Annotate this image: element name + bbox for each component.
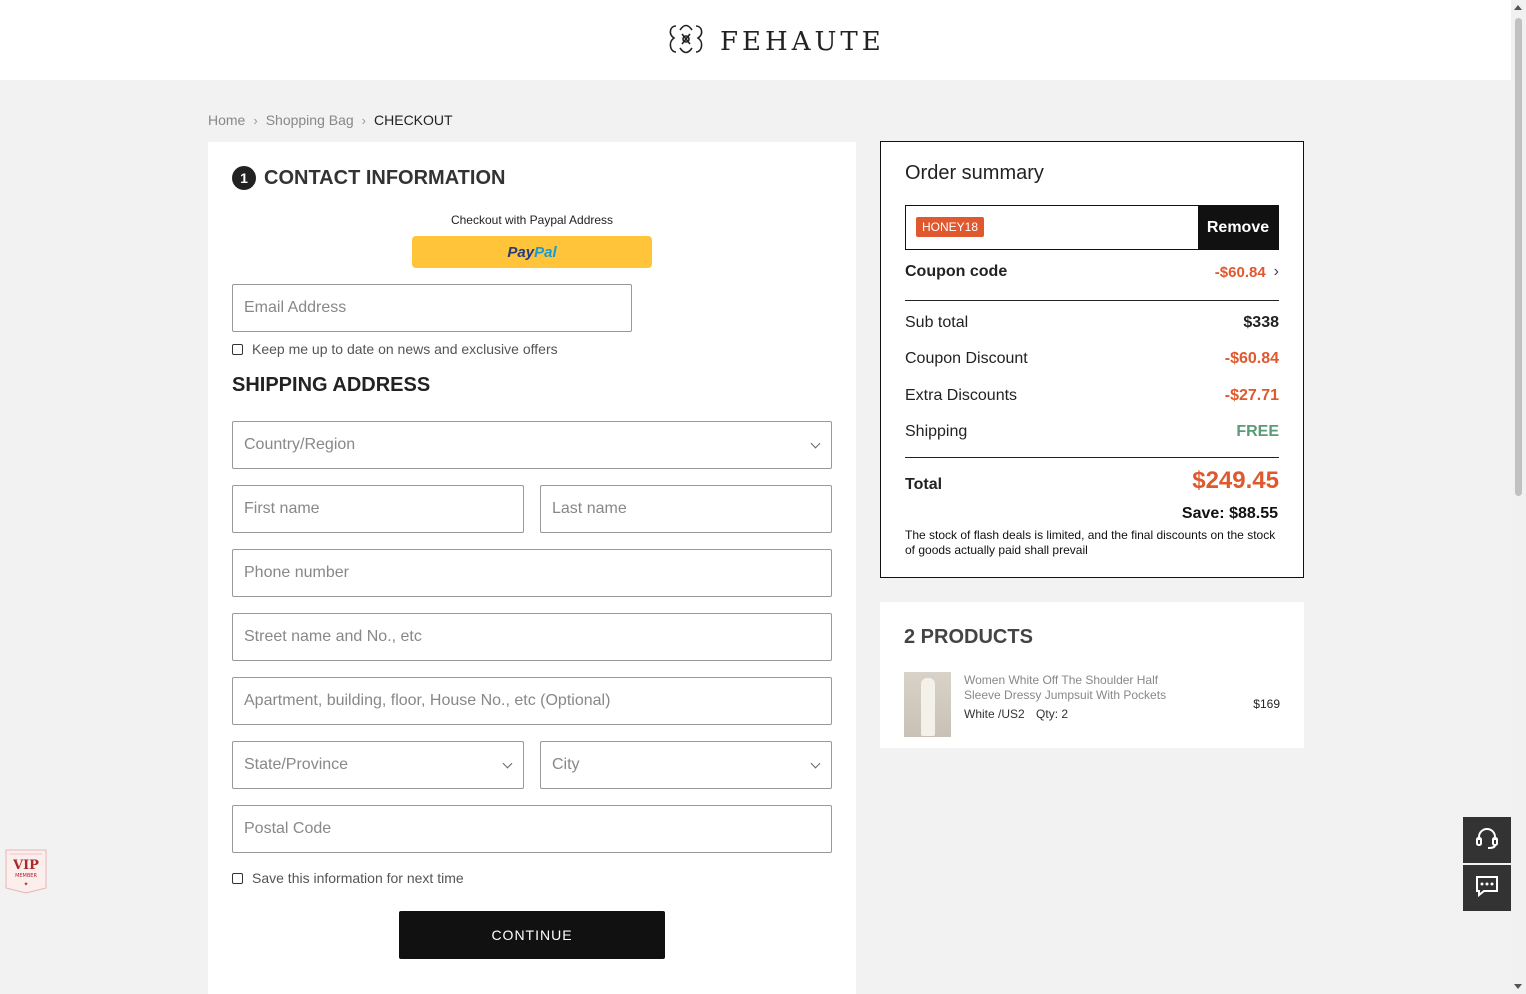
chevron-right-icon: › xyxy=(253,112,258,128)
remove-coupon-button[interactable]: Remove xyxy=(1198,206,1278,249)
breadcrumb-shopping-bag[interactable]: Shopping Bag xyxy=(266,112,354,128)
total-value: $249.45 xyxy=(1192,467,1279,494)
paypal-label: Checkout with Paypal Address xyxy=(450,213,614,227)
paypal-logo-pay: Pay xyxy=(507,243,535,261)
apartment-field xyxy=(232,677,832,725)
svg-text:✦: ✦ xyxy=(23,881,28,888)
country-select-value[interactable] xyxy=(233,422,831,468)
save-info-row: Save this information for next time xyxy=(232,870,464,886)
extra-discounts-value: -$27.71 xyxy=(1224,387,1279,404)
breadcrumb-current: CHECKOUT xyxy=(374,112,453,128)
customer-support-button[interactable] xyxy=(1463,817,1511,863)
applied-coupon-box: HONEY18 Remove xyxy=(905,205,1279,250)
scroll-up-arrow-icon[interactable] xyxy=(1514,5,1522,10)
first-name-input[interactable] xyxy=(233,486,523,532)
chevron-right-icon: › xyxy=(1273,263,1279,280)
coupon-code-label: Coupon code xyxy=(905,263,1008,280)
coupon-discount-row: Coupon Discount -$60.84 xyxy=(905,350,1279,368)
coupon-code-row[interactable]: Coupon code -$60.84 › xyxy=(905,263,1279,281)
chat-icon xyxy=(1474,874,1500,903)
product-thumbnail[interactable] xyxy=(904,672,951,737)
vip-member-badge[interactable]: VIP MEMBER ✦ xyxy=(2,844,50,894)
subtotal-row: Sub total $338 xyxy=(905,314,1279,332)
svg-text:VIP: VIP xyxy=(12,858,39,873)
breadcrumb: Home › Shopping Bag › CHECKOUT xyxy=(208,112,453,128)
newsletter-row: Keep me up to date on news and exclusive… xyxy=(232,341,558,357)
chevron-right-icon: › xyxy=(361,112,367,128)
first-name-field xyxy=(232,485,524,533)
email-field xyxy=(232,284,632,332)
last-name-input[interactable] xyxy=(541,486,831,532)
subtotal-label: Sub total xyxy=(905,314,969,331)
summary-divider xyxy=(905,300,1279,301)
checkout-form-card: 1 CONTACT INFORMATION Checkout with Payp… xyxy=(208,142,856,994)
headset-icon xyxy=(1474,825,1500,856)
page-scrollbar[interactable] xyxy=(1511,0,1526,994)
breadcrumb-home[interactable]: Home xyxy=(208,112,245,128)
street-input[interactable] xyxy=(233,614,831,660)
scroll-down-arrow-icon[interactable] xyxy=(1514,984,1522,989)
brand-name: FEHAUTE xyxy=(720,26,885,57)
total-label: Total xyxy=(905,476,943,493)
stock-notice: The stock of flash deals is limited, and… xyxy=(905,528,1276,557)
shipping-row: Shipping FREE xyxy=(905,423,1279,441)
coupon-code-value: -$60.84 xyxy=(1214,263,1266,281)
site-header: FEHAUTE xyxy=(0,0,1511,80)
products-panel: 2 PRODUCTS Women White Off The Shoulder … xyxy=(880,602,1304,748)
street-field xyxy=(232,613,832,661)
apartment-input[interactable] xyxy=(233,678,831,724)
country-select[interactable] xyxy=(232,421,832,469)
product-name[interactable]: Women White Off The Shoulder Half Sleeve… xyxy=(964,673,1184,703)
save-info-checkbox[interactable] xyxy=(232,872,243,884)
postal-code-input[interactable] xyxy=(233,806,831,852)
contact-section-title: 1 CONTACT INFORMATION xyxy=(232,166,505,190)
brand-monogram-icon xyxy=(666,22,706,61)
coupon-discount-label: Coupon Discount xyxy=(905,350,1028,367)
shipping-section-title: SHIPPING ADDRESS xyxy=(232,374,431,396)
product-variant: White /US2 Qty: 2 xyxy=(964,707,1068,721)
city-select-value[interactable] xyxy=(541,742,831,788)
contact-title-text: CONTACT INFORMATION xyxy=(264,166,506,189)
products-title: 2 PRODUCTS xyxy=(904,626,1033,648)
save-amount: Save: $88.55 xyxy=(1181,505,1278,522)
shipping-value: FREE xyxy=(1236,423,1279,440)
shipping-label: Shipping xyxy=(905,423,968,440)
newsletter-label: Keep me up to date on news and exclusive… xyxy=(252,341,558,357)
save-info-label: Save this information for next time xyxy=(252,870,464,886)
phone-input[interactable] xyxy=(233,550,831,596)
city-select[interactable] xyxy=(540,741,832,789)
subtotal-value: $338 xyxy=(1243,314,1279,331)
state-select[interactable] xyxy=(232,741,524,789)
svg-text:MEMBER: MEMBER xyxy=(15,873,37,879)
chat-button[interactable] xyxy=(1463,865,1511,911)
scroll-thumb[interactable] xyxy=(1515,18,1522,496)
order-summary-panel: Order summary HONEY18 Remove Coupon code… xyxy=(880,141,1304,578)
order-summary-title: Order summary xyxy=(905,162,1044,184)
coupon-tag: HONEY18 xyxy=(916,217,985,237)
step-number-badge: 1 xyxy=(232,166,256,190)
continue-button[interactable]: CONTINUE xyxy=(399,911,665,959)
brand-logo[interactable]: FEHAUTE xyxy=(666,22,885,61)
summary-divider xyxy=(905,457,1279,458)
paypal-logo-pal: Pal xyxy=(534,243,557,261)
total-row: Total $249.45 xyxy=(905,467,1279,495)
coupon-discount-value: -$60.84 xyxy=(1224,350,1279,367)
postal-code-field xyxy=(232,805,832,853)
newsletter-checkbox[interactable] xyxy=(232,343,243,355)
phone-field xyxy=(232,549,832,597)
extra-discounts-label: Extra Discounts xyxy=(905,387,1018,404)
email-input[interactable] xyxy=(233,285,631,331)
paypal-button[interactable]: Pay Pal xyxy=(412,236,652,268)
last-name-field xyxy=(540,485,832,533)
product-price: $169 xyxy=(1253,697,1280,711)
extra-discounts-row: Extra Discounts -$27.71 xyxy=(905,387,1279,405)
product-variant-text: White /US2 xyxy=(964,707,1025,721)
product-qty: Qty: 2 xyxy=(1036,707,1069,721)
state-select-value[interactable] xyxy=(233,742,523,788)
